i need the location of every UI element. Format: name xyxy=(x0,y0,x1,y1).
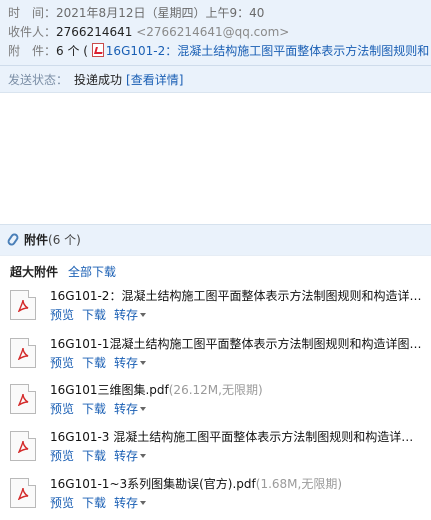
attachment-first-link[interactable]: 16G101-2：混凝土结构施工图平面整体表示方法制图规则和 xyxy=(106,44,429,58)
attachment-label: 附 件： xyxy=(8,44,57,58)
pdf-icon xyxy=(10,384,36,414)
download-link[interactable]: 下载 xyxy=(82,496,106,510)
attachments-header: 附件(6 个) xyxy=(0,224,431,256)
attachment-name[interactable]: 16G101-1混凝土结构施工图平面整体表示方法制图规则和构造详图（... xyxy=(50,336,425,353)
chevron-down-icon xyxy=(140,313,147,317)
attachment-meta: (1.68M,无限期) xyxy=(255,477,343,491)
save-to-link[interactable]: 转存 xyxy=(114,308,147,322)
attachment-name-text: 16G101-2：混凝土结构施工图平面整体表示方法制图规则和构造详图... xyxy=(50,289,425,303)
attachment-item: 16G101-2：混凝土结构施工图平面整体表示方法制图规则和构造详图... 预览… xyxy=(0,286,431,332)
preview-link[interactable]: 预览 xyxy=(50,449,74,463)
attachments-count: (6 个) xyxy=(48,233,81,247)
save-to-label: 转存 xyxy=(114,496,139,510)
attachment-actions: 预览 下载 转存 xyxy=(50,401,154,417)
attachments-title: 附件(6 个) xyxy=(24,232,81,248)
attachment-item: 16G101-3 混凝土结构施工图平面整体表示方法制图规则和构造详图.... 预… xyxy=(0,427,431,473)
status-value: 投递成功 xyxy=(74,73,123,87)
attachment-count: 6 个 ( xyxy=(56,44,88,58)
attachment-actions: 预览 下载 转存 xyxy=(50,307,154,323)
attachment-name[interactable]: 16G101-1~3系列图集勘误(官方).pdf(1.68M,无限期) xyxy=(50,476,425,493)
preview-link[interactable]: 预览 xyxy=(50,308,74,322)
save-to-link[interactable]: 转存 xyxy=(114,449,147,463)
attachment-actions: 预览 下载 转存 xyxy=(50,355,154,371)
time-value: 2021年8月12日（星期四）上午9：40 xyxy=(56,6,265,20)
attachment-row: 附 件：6 个 ( 16G101-2：混凝土结构施工图平面整体表示方法制图规则和 xyxy=(8,42,429,60)
view-details-link[interactable]: [查看详情] xyxy=(126,73,183,87)
attachment-name[interactable]: 16G101-2：混凝土结构施工图平面整体表示方法制图规则和构造详图... xyxy=(50,288,425,305)
chevron-down-icon xyxy=(140,361,147,365)
recipient-label: 收件人： xyxy=(8,25,57,39)
attachment-item: 16G101-1~3系列图集勘误(官方).pdf(1.68M,无限期) 预览 下载… xyxy=(0,474,431,520)
download-link[interactable]: 下载 xyxy=(82,308,106,322)
chevron-down-icon xyxy=(140,407,147,411)
pdf-icon xyxy=(10,431,36,461)
mail-header: 时 间：2021年8月12日（星期四）上午9：40 收件人：2766214641… xyxy=(0,0,431,93)
save-to-link[interactable]: 转存 xyxy=(114,356,147,370)
attachment-name-text: 16G101-1混凝土结构施工图平面整体表示方法制图规则和构造详图（... xyxy=(50,337,425,351)
save-to-label: 转存 xyxy=(114,449,139,463)
attachment-name[interactable]: 16G101三维图集.pdf(26.12M,无限期) xyxy=(50,382,425,399)
pdf-icon xyxy=(91,43,104,57)
preview-link[interactable]: 预览 xyxy=(50,356,74,370)
big-attachments-row: 超大附件 全部下载 xyxy=(10,264,116,280)
pdf-icon xyxy=(10,478,36,508)
chevron-down-icon xyxy=(140,501,147,505)
download-link[interactable]: 下载 xyxy=(82,402,106,416)
time-label: 时 间： xyxy=(8,6,57,20)
paperclip-icon xyxy=(5,231,21,248)
download-all-link[interactable]: 全部下载 xyxy=(68,265,116,279)
download-link[interactable]: 下载 xyxy=(82,449,106,463)
preview-link[interactable]: 预览 xyxy=(50,402,74,416)
save-to-link[interactable]: 转存 xyxy=(114,402,147,416)
preview-link[interactable]: 预览 xyxy=(50,496,74,510)
attachment-name[interactable]: 16G101-3 混凝土结构施工图平面整体表示方法制图规则和构造详图.... xyxy=(50,429,425,446)
recipient-email[interactable]: <2766214641@qq.com> xyxy=(136,25,289,39)
attachment-name-text: 16G101-3 混凝土结构施工图平面整体表示方法制图规则和构造详图.... xyxy=(50,430,425,444)
attachment-name-text: 16G101-1~3系列图集勘误(官方).pdf xyxy=(50,477,256,491)
save-to-label: 转存 xyxy=(114,402,139,416)
attachments-title-text: 附件 xyxy=(24,233,49,247)
save-to-label: 转存 xyxy=(114,308,139,322)
attachment-meta: (26.12M,无限期) xyxy=(168,383,263,397)
status-row: 发送状态： 投递成功 [查看详情] xyxy=(8,71,183,89)
attachments-section: 附件(6 个) 超大附件 全部下载 16G101-2：混凝土结构施工图平面整体表示… xyxy=(0,224,431,510)
save-to-label: 转存 xyxy=(114,356,139,370)
attachment-item: 16G101三维图集.pdf(26.12M,无限期) 预览 下载 转存 xyxy=(0,380,431,426)
recipient-name[interactable]: 2766214641 xyxy=(56,25,132,39)
time-row: 时 间：2021年8月12日（星期四）上午9：40 xyxy=(8,4,264,22)
attachment-actions: 预览 下载 转存 xyxy=(50,495,154,511)
download-link[interactable]: 下载 xyxy=(82,356,106,370)
save-to-link[interactable]: 转存 xyxy=(114,496,147,510)
recipient-row: 收件人：2766214641 <2766214641@qq.com> xyxy=(8,23,289,41)
pdf-icon xyxy=(10,290,36,320)
big-attachments-label: 超大附件 xyxy=(10,265,59,279)
chevron-down-icon xyxy=(140,454,147,458)
status-label: 发送状态： xyxy=(8,73,69,87)
attachment-name-text: 16G101三维图集.pdf xyxy=(50,383,169,397)
attachment-actions: 预览 下载 转存 xyxy=(50,448,154,464)
attachment-item: 16G101-1混凝土结构施工图平面整体表示方法制图规则和构造详图（... 预览… xyxy=(0,334,431,380)
divider xyxy=(0,65,431,66)
pdf-icon xyxy=(10,338,36,368)
